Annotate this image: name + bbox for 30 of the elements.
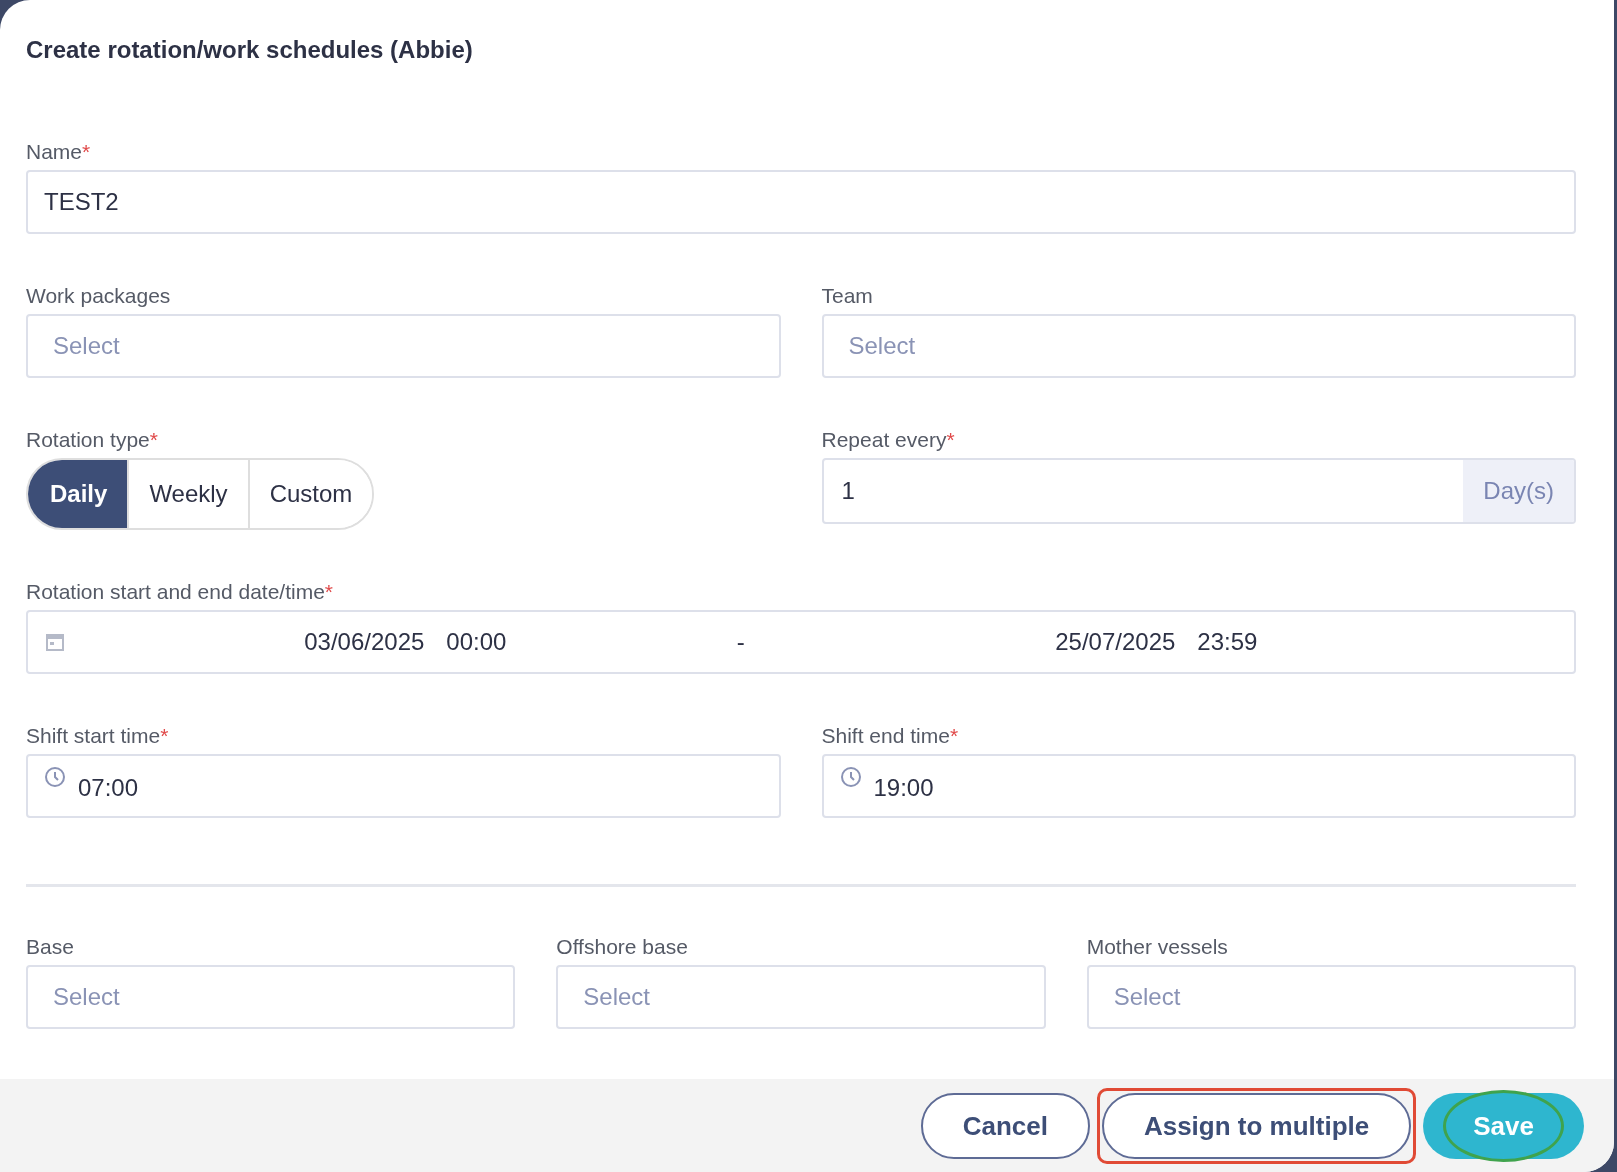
action-button[interactable]: Cancel	[920, 1093, 1090, 1159]
required-mark: *	[949, 724, 959, 748]
field-label: Team	[821, 284, 873, 308]
required-mark: *	[324, 580, 334, 604]
field-label: Shift start time	[26, 724, 161, 748]
field-label: Name	[26, 140, 83, 164]
repeat-field[interactable]: 1 Day(s)	[821, 458, 1576, 524]
dialog-title: Create rotation/work schedules (Abbie)	[26, 36, 474, 64]
field-label: Work packages	[26, 284, 171, 308]
calendar-icon	[44, 631, 66, 653]
field-label: Rotation start and end date/time	[26, 580, 325, 604]
clock-icon	[44, 766, 66, 788]
rotation-option[interactable]: Daily	[28, 460, 128, 528]
required-mark: *	[160, 724, 169, 748]
field-label: Repeat every	[821, 428, 947, 452]
time-field[interactable]: 07:00	[26, 754, 781, 818]
name-field[interactable]: TEST2	[26, 170, 1576, 234]
required-mark: *	[82, 140, 91, 164]
field-label: Rotation type	[26, 428, 150, 452]
required-mark: *	[149, 428, 158, 452]
required-mark: *	[946, 428, 955, 452]
rotation-option[interactable]: Custom	[247, 460, 373, 528]
time-field[interactable]: 19:00	[821, 754, 1576, 818]
clock-icon	[839, 766, 862, 788]
field-label: Offshore base	[556, 935, 688, 959]
field-label: Base	[26, 935, 74, 959]
field-label: Mother vessels	[1086, 935, 1228, 959]
field-label: Shift end time	[821, 724, 950, 748]
date-range-field[interactable]: 03/06/2025 00:00 - 25/07/2025 23:59	[26, 610, 1576, 674]
action-button[interactable]: Assign to multiple	[1101, 1093, 1412, 1159]
